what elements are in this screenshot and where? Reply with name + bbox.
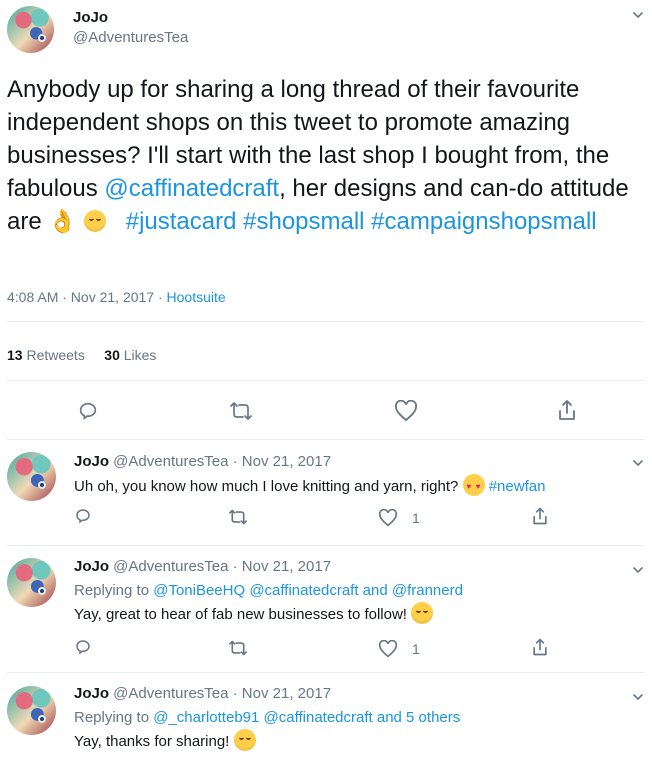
author-handle[interactable]: @AdventuresTea <box>73 29 188 46</box>
reply-tweet[interactable]: JoJo @AdventuresTea · Nov 21, 2017 Uh oh… <box>0 439 652 546</box>
author-meta[interactable]: @AdventuresTea · Nov 21, 2017 <box>109 685 331 702</box>
author-name[interactable]: JoJo <box>73 9 108 26</box>
divider <box>7 321 644 322</box>
chevron-down-icon[interactable] <box>632 9 644 21</box>
retweet-button[interactable] <box>228 639 248 657</box>
retweet-count: 13 <box>7 347 23 363</box>
share-button[interactable] <box>555 398 579 422</box>
tweet-text: Anybody up for sharing a long thread of … <box>7 76 629 235</box>
retweet-icon <box>230 402 252 420</box>
reply-text: Yay, thanks for sharing! <box>74 729 460 753</box>
reply-content: JoJo @AdventuresTea · Nov 21, 2017 Reply… <box>74 556 463 626</box>
smiling-emoji <box>233 729 256 752</box>
hashtags[interactable]: #justacard #shopsmall #campaignshopsmall <box>126 208 597 235</box>
chevron-down-icon[interactable] <box>632 564 644 576</box>
reply-icon <box>76 640 90 655</box>
avatar[interactable] <box>7 686 56 735</box>
reply-content: JoJo @AdventuresTea · Nov 21, 2017 Reply… <box>74 683 460 753</box>
like-count: 30 <box>104 347 120 363</box>
heart-eyes-emoji <box>462 474 485 497</box>
mention-link[interactable]: @caffinatedcraft <box>104 175 279 202</box>
share-button[interactable] <box>530 637 550 657</box>
share-button[interactable] <box>530 506 550 526</box>
smiling-emoji <box>83 209 106 232</box>
reply-icon <box>79 402 97 421</box>
reply-text: Yay, great to hear of fab new businesses… <box>74 602 463 626</box>
retweet-icon <box>229 509 247 525</box>
stats-row: 13 Retweets 30 Likes <box>7 347 157 363</box>
avatar[interactable] <box>7 6 54 53</box>
share-icon <box>533 638 547 656</box>
reply-tweet[interactable]: JoJo @AdventuresTea · Nov 21, 2017 Reply… <box>0 546 652 673</box>
replying-links[interactable]: @ToniBeeHQ @caffinatedcraft and @franner… <box>153 582 463 599</box>
share-icon <box>559 400 575 420</box>
author-meta[interactable]: @AdventuresTea · Nov 21, 2017 <box>109 453 331 470</box>
heart-icon <box>394 400 418 422</box>
author-meta[interactable]: @AdventuresTea · Nov 21, 2017 <box>109 558 331 575</box>
reply-button[interactable] <box>74 638 92 656</box>
replying-to: Replying to @ToniBeeHQ @caffinatedcraft … <box>74 582 463 599</box>
retweet-icon <box>229 640 247 656</box>
like-count: 1 <box>412 641 420 657</box>
divider <box>7 380 644 381</box>
author-name[interactable]: JoJo <box>74 558 109 575</box>
hashtag-link[interactable]: #newfan <box>489 478 546 495</box>
reply-content: JoJo @AdventuresTea · Nov 21, 2017 Uh oh… <box>74 451 545 498</box>
author-name[interactable]: JoJo <box>74 685 109 702</box>
timestamp-row: 4:08 AM · Nov 21, 2017 · Hootsuite <box>7 289 226 305</box>
share-icon <box>533 507 547 525</box>
source-link[interactable]: Hootsuite <box>167 289 226 305</box>
author-name[interactable]: JoJo <box>74 453 109 470</box>
reply-tweet[interactable]: JoJo @AdventuresTea · Nov 21, 2017 Reply… <box>0 673 652 762</box>
chevron-down-icon[interactable] <box>632 457 644 469</box>
avatar[interactable] <box>7 558 56 607</box>
like-button[interactable]: 1 <box>378 640 420 658</box>
reply-button[interactable] <box>77 400 99 422</box>
retweet-button[interactable] <box>228 508 248 526</box>
avatar[interactable] <box>7 452 56 501</box>
reply-button[interactable] <box>74 507 92 525</box>
smiling-emoji <box>411 602 434 625</box>
like-button[interactable]: 1 <box>378 509 420 527</box>
reply-icon <box>76 509 90 524</box>
heart-icon <box>378 640 398 658</box>
reply-text: Uh oh, you know how much I love knitting… <box>74 474 546 498</box>
ok-hand-emoji: 👌 <box>48 207 77 234</box>
chevron-down-icon[interactable] <box>632 691 644 703</box>
heart-icon <box>378 509 398 527</box>
replying-to: Replying to @_charlotteb91 @caffinatedcr… <box>74 709 461 726</box>
replying-links[interactable]: @_charlotteb91 @caffinatedcraft and 5 ot… <box>153 709 460 726</box>
retweet-button[interactable] <box>229 400 253 422</box>
like-count: 1 <box>412 510 420 526</box>
like-button[interactable] <box>394 400 418 422</box>
